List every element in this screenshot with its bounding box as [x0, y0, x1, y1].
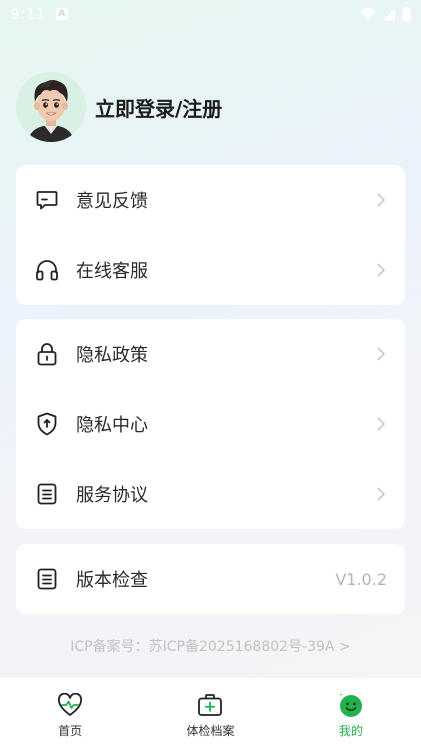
- status-icons: [360, 6, 411, 22]
- headset-icon: [34, 257, 60, 283]
- tab-label: 体检档案: [186, 724, 235, 738]
- signal-icon: [383, 8, 395, 20]
- profile-header[interactable]: 立即登录/注册: [16, 72, 222, 142]
- chevron-right-icon: [377, 263, 386, 277]
- menu-item-label: 服务协议: [76, 485, 148, 506]
- menu-card-version: 版本检查 V1.0.2: [16, 544, 405, 614]
- menu-item-feedback[interactable]: 意见反馈: [16, 165, 405, 235]
- chevron-right-icon: [377, 487, 386, 501]
- lock-icon: [34, 341, 60, 367]
- version-number: V1.0.2: [335, 569, 387, 589]
- tab-label: 我的: [338, 724, 363, 738]
- medical-kit-icon: [197, 692, 223, 718]
- status-bar: 9:11 A: [0, 0, 421, 28]
- smiley-icon: [338, 692, 364, 718]
- avatar-image: [16, 72, 86, 142]
- battery-icon: [402, 6, 411, 21]
- menu-item-online-service[interactable]: 在线客服: [16, 235, 405, 305]
- status-time: 9:11: [10, 5, 46, 23]
- document-icon: [34, 566, 60, 592]
- chevron-right-icon: [377, 347, 386, 361]
- menu-card-support: 意见反馈 在线客服: [16, 165, 405, 305]
- menu-item-label: 隐私中心: [76, 415, 148, 436]
- menu-item-label: 版本检查: [76, 570, 148, 591]
- menu-item-version-check[interactable]: 版本检查 V1.0.2: [16, 544, 405, 614]
- menu-item-label: 隐私政策: [76, 345, 148, 366]
- shield-icon: [34, 411, 60, 437]
- menu-item-label: 意见反馈: [76, 191, 148, 212]
- tab-mine[interactable]: 我的: [281, 678, 421, 748]
- chevron-right-icon: [377, 417, 386, 431]
- menu-item-privacy-center[interactable]: 隐私中心: [16, 389, 405, 459]
- tab-medical-records[interactable]: 体检档案: [140, 678, 280, 748]
- notification-a-icon: A: [55, 8, 68, 20]
- heart-pulse-icon: [57, 692, 83, 718]
- menu-item-privacy-policy[interactable]: 隐私政策: [16, 319, 405, 389]
- bottom-tab-bar: 首页 体检档案 我的: [0, 678, 421, 748]
- avatar[interactable]: [16, 72, 86, 142]
- chevron-right-icon: [377, 193, 386, 207]
- menu-item-service-agreement[interactable]: 服务协议: [16, 459, 405, 529]
- login-register-link[interactable]: 立即登录/注册: [95, 93, 222, 122]
- icp-record-link[interactable]: ICP备案号：苏ICP备2025168802号-39A >: [0, 636, 421, 656]
- menu-item-label: 在线客服: [76, 261, 148, 282]
- feedback-icon: [34, 187, 60, 213]
- menu-card-privacy: 隐私政策 隐私中心 服务协议: [16, 319, 405, 529]
- document-icon: [34, 481, 60, 507]
- tab-home[interactable]: 首页: [0, 678, 140, 748]
- tab-label: 首页: [58, 724, 83, 738]
- wifi-icon: [360, 8, 376, 20]
